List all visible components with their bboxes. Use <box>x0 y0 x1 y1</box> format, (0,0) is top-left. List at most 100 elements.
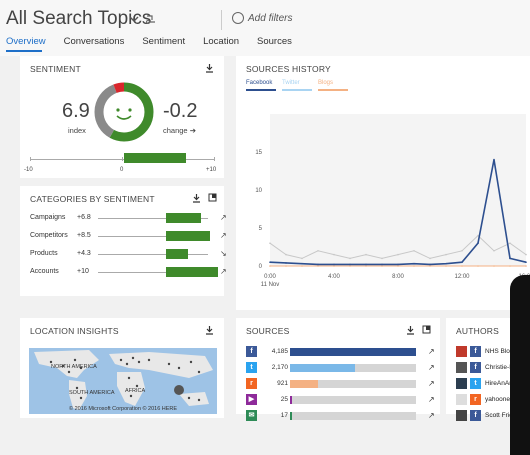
active-tab-indicator <box>6 50 42 52</box>
trend-arrow-icon: ↗ <box>428 395 435 404</box>
data-point-twitter <box>301 257 303 260</box>
video-icon: ▶ <box>246 394 257 405</box>
donut-segments <box>94 82 154 142</box>
map-landmasses <box>34 350 213 410</box>
trend-arrow-icon: ↗ <box>220 231 227 240</box>
source-row[interactable]: t 2,170 ↗ <box>246 362 436 374</box>
authors-title: AUTHORS <box>456 326 499 336</box>
source-icon: t <box>470 378 481 389</box>
sources-panel: SOURCES f 4,185 ↗ t 2,170 ↗ r 921 ↗ ▶ 25 ↗ ✉ 17 ↗ <box>236 318 440 421</box>
data-point-blogs <box>349 265 351 267</box>
scale-min-label: -10 <box>24 167 33 173</box>
source-count: 2,170 <box>271 364 288 371</box>
data-point-facebook <box>269 261 271 263</box>
source-row[interactable]: ▶ 25 ↗ <box>246 394 436 406</box>
sources-history-chart[interactable]: 0510150:004:008:0012:0016:0011 Nov <box>236 56 530 310</box>
data-point-facebook <box>333 263 335 266</box>
source-bar-track <box>290 380 416 388</box>
data-point-twitter <box>317 250 319 252</box>
source-row[interactable]: ✉ 17 ↗ <box>246 410 436 422</box>
sources-title: SOURCES <box>246 326 290 336</box>
source-bar <box>290 364 356 372</box>
sentiment-panel: SENTIMENT 6.9 index -0.2 change ➔ -10 0 … <box>20 56 224 178</box>
data-point-facebook <box>525 261 527 263</box>
download-icon[interactable] <box>205 325 214 335</box>
category-value: +10 <box>77 268 89 275</box>
source-bar <box>290 348 416 356</box>
download-icon[interactable] <box>205 63 214 73</box>
source-row[interactable]: r 921 ↗ <box>246 378 436 390</box>
scale-tick-max <box>214 157 215 161</box>
pin-icon[interactable] <box>144 12 158 26</box>
sentiment-change-value: -0.2 <box>163 100 198 122</box>
data-point-facebook <box>413 262 415 265</box>
category-row[interactable]: Campaigns +6.8 ↗ <box>30 212 227 224</box>
add-filters-button[interactable]: Add filters <box>232 12 292 24</box>
source-bar-track <box>290 396 416 404</box>
filter-icon <box>232 12 244 24</box>
avatar <box>456 378 467 389</box>
y-tick-label: 10 <box>255 188 262 194</box>
data-point-twitter <box>365 253 367 256</box>
avatar <box>456 410 467 421</box>
download-icon[interactable] <box>406 325 415 335</box>
chevron-down-icon[interactable] <box>129 14 139 24</box>
data-point-twitter <box>413 250 415 252</box>
avatar <box>456 346 467 357</box>
trend-arrow-icon: ↗ <box>428 411 435 420</box>
source-row[interactable]: f 4,185 ↗ <box>246 346 436 358</box>
data-point-blogs <box>381 265 383 267</box>
x-tick-label: 4:00 <box>328 274 340 280</box>
tab-conversations[interactable]: Conversations <box>64 36 125 47</box>
source-count: 17 <box>280 412 288 419</box>
trend-arrow-icon: ↗ <box>220 213 227 222</box>
rss-icon: r <box>246 378 257 389</box>
sentiment-donut <box>94 82 154 142</box>
data-point-facebook <box>461 261 463 263</box>
category-row[interactable]: Accounts +10 ↗ <box>30 266 227 278</box>
expand-icon[interactable] <box>422 325 431 335</box>
expand-icon[interactable] <box>208 193 217 203</box>
tab-sources[interactable]: Sources <box>257 36 292 47</box>
data-point-blogs <box>285 265 287 267</box>
category-value: +8.5 <box>77 232 91 239</box>
data-point-twitter <box>493 250 495 252</box>
facebook-icon: f <box>246 346 257 357</box>
forum-icon: ✉ <box>246 410 257 421</box>
world-map[interactable]: NORTH AMERICA SOUTH AMERICA AFRICA © 201… <box>29 348 217 414</box>
change-label-text: change <box>163 126 188 135</box>
tab-overview[interactable]: Overview <box>6 36 46 47</box>
data-point-blogs <box>333 265 335 267</box>
data-point-blogs <box>413 265 415 267</box>
sentiment-score-bar <box>124 153 186 163</box>
location-title: LOCATION INSIGHTS <box>30 326 119 336</box>
categories-title: CATEGORIES BY SENTIMENT <box>30 194 155 204</box>
data-point-facebook <box>397 263 399 266</box>
data-point-twitter <box>269 242 271 244</box>
tab-location[interactable]: Location <box>203 36 239 47</box>
data-point-blogs <box>397 265 399 267</box>
sources-history-panel: SOURCES HISTORY Facebook Twitter Blogs 0… <box>236 56 530 310</box>
data-point-twitter <box>429 257 431 260</box>
map-label-north-america: NORTH AMERICA <box>51 364 97 370</box>
sentiment-title: SENTIMENT <box>30 64 81 74</box>
x-date-label: 11 Nov <box>261 282 280 288</box>
category-row[interactable]: Competitors +8.5 ↗ <box>30 230 227 242</box>
map-copyright: © 2016 Microsoft Corporation © 2016 HERE <box>69 406 178 412</box>
category-label: Competitors <box>30 232 68 239</box>
y-tick-label: 15 <box>255 150 262 156</box>
category-label: Campaigns <box>30 214 66 221</box>
tab-sentiment[interactable]: Sentiment <box>142 36 185 47</box>
x-tick-label: 0:00 <box>264 274 276 280</box>
download-icon[interactable] <box>192 193 201 203</box>
data-point-blogs <box>365 265 367 267</box>
category-row[interactable]: Products +4.3 ↘ <box>30 248 227 260</box>
data-point-twitter <box>509 242 511 244</box>
source-bar-track <box>290 412 416 420</box>
location-panel: LOCATION INSIGHTS NORTH AMERICA SOUTH AM… <box>20 318 224 418</box>
avatar <box>456 394 467 405</box>
source-icon: f <box>470 346 481 357</box>
source-icon: f <box>470 410 481 421</box>
data-point-blogs <box>317 265 319 267</box>
divider <box>221 10 222 30</box>
